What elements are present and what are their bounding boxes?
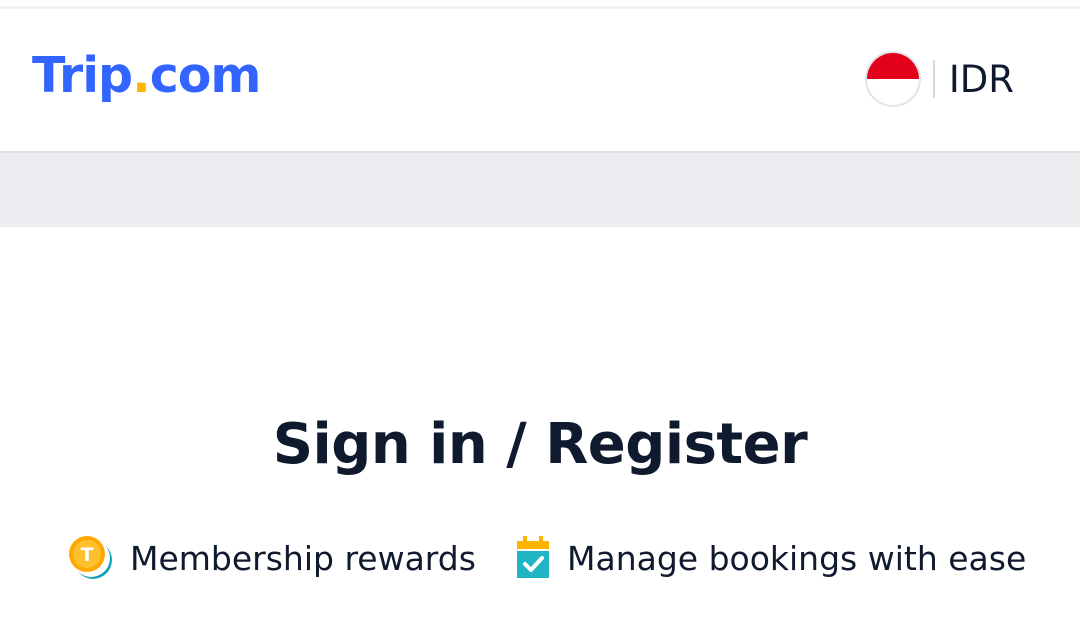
logo-part-com: com [149, 47, 262, 104]
page-title: Sign in / Register [272, 412, 808, 477]
benefits-row: T Membership rewards Manage bookings wit… [0, 533, 1080, 583]
trip-com-logo[interactable]: Trip.com [32, 47, 262, 105]
gray-band [0, 153, 1080, 227]
currency-selector[interactable]: IDR [864, 50, 1014, 108]
currency-code: IDR [948, 57, 1014, 101]
currency-divider [932, 60, 935, 98]
svg-text:T: T [81, 544, 94, 566]
benefit-membership-rewards: T Membership rewards [68, 533, 476, 583]
page: Trip.com IDR Sign in / Register T Member… [0, 0, 1080, 642]
benefit-manage-bookings: Manage bookings with ease [517, 533, 1026, 583]
top-strip [0, 0, 1080, 9]
logo-part-trip: Trip [32, 47, 133, 104]
benefit-label-bookings: Manage bookings with ease [567, 538, 1027, 578]
calendar-check-icon [517, 536, 551, 580]
indonesia-flag-icon [864, 51, 921, 107]
benefit-label-membership: Membership rewards [130, 538, 476, 578]
trip-coins-icon: T [68, 535, 114, 581]
header: Trip.com IDR [0, 9, 1080, 153]
logo-dot: . [132, 47, 151, 104]
